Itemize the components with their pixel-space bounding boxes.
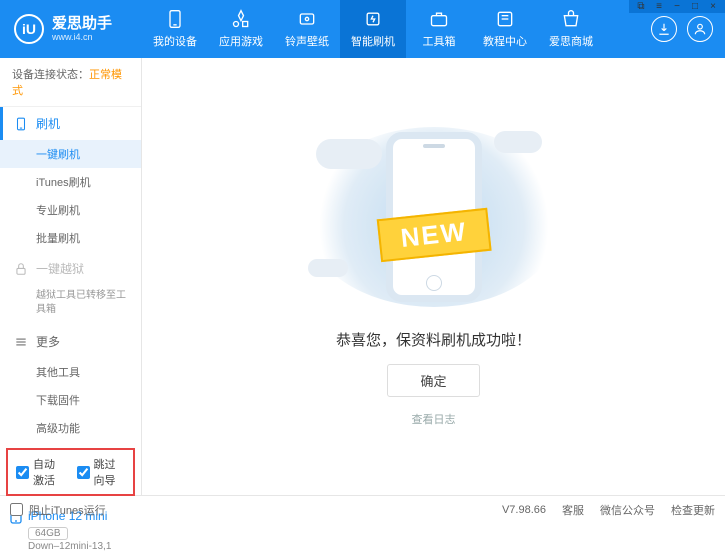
success-message: 恭喜您，保资料刷机成功啦！ [336,329,531,350]
book-icon [495,9,515,29]
option-0[interactable]: 自动激活 [16,456,65,488]
device-capacity: 64GB [28,527,68,540]
nav-book[interactable]: 教程中心 [472,0,538,58]
more-icon [14,335,28,349]
skin-icon[interactable]: ⧉ [633,1,649,12]
side-item[interactable]: 其他工具 [0,358,141,386]
nav-store[interactable]: 爱思商城 [538,0,604,58]
version-label: V7.98.66 [502,504,546,516]
device-firmware: Down–12mini-13,1 [28,541,131,552]
nav-label: 应用游戏 [219,33,263,49]
nav-label: 爱思商城 [549,33,593,49]
option-checkbox[interactable] [16,466,29,479]
option-checkbox[interactable] [77,466,90,479]
user-button[interactable] [687,16,713,42]
nav-label: 工具箱 [423,33,456,49]
side-item[interactable]: 一键刷机 [0,140,141,168]
tools-icon [429,9,449,29]
nav-flash[interactable]: 智能刷机 [340,0,406,58]
side-head-lock[interactable]: 一键越狱 [0,252,141,285]
lock-icon [14,262,28,276]
flash-icon [363,9,383,29]
illustration: NEW [304,127,564,307]
app-name: 爱思助手 [52,16,112,33]
nav-phone[interactable]: 我的设备 [142,0,208,58]
nav-label: 我的设备 [153,33,197,49]
window-controls: ⧉ ≡ − □ × [629,0,725,13]
side-item[interactable]: 批量刷机 [0,224,141,252]
side-item[interactable]: 高级功能 [0,414,141,442]
minimize-icon[interactable]: − [669,1,685,12]
wechat-link[interactable]: 微信公众号 [600,502,655,518]
main-content: NEW 恭喜您，保资料刷机成功啦！ 确定 查看日志 [142,58,725,495]
support-link[interactable]: 客服 [562,502,584,518]
apps-icon [231,9,251,29]
logo-block: iU 爱思助手 www.i4.cn [0,0,142,58]
phone-icon [165,9,185,29]
rings-icon [297,9,317,29]
check-update-link[interactable]: 检查更新 [671,502,715,518]
block-itunes-input[interactable] [10,503,23,516]
option-1[interactable]: 跳过向导 [77,456,126,488]
nav-label: 铃声壁纸 [285,33,329,49]
options-box: 自动激活跳过向导 [6,448,135,496]
sidebar: 设备连接状态：正常模式 刷机一键刷机iTunes刷机专业刷机批量刷机一键越狱越狱… [0,58,142,495]
nav-apps[interactable]: 应用游戏 [208,0,274,58]
close-icon[interactable]: × [705,1,721,12]
side-head-more[interactable]: 更多 [0,325,141,358]
device-status: 设备连接状态：正常模式 [0,58,141,107]
ok-button[interactable]: 确定 [387,364,479,397]
side-note: 越狱工具已转移至工具箱 [0,285,141,325]
store-icon [561,9,581,29]
header: iU 爱思助手 www.i4.cn 我的设备 应用游戏 铃声壁纸 智能刷机 工具箱 教程中… [0,0,725,58]
top-nav: 我的设备 应用游戏 铃声壁纸 智能刷机 工具箱 教程中心 爱思商城 [142,0,639,58]
logo-icon: iU [14,14,44,44]
maximize-icon[interactable]: □ [687,1,703,12]
nav-rings[interactable]: 铃声壁纸 [274,0,340,58]
side-head-phone[interactable]: 刷机 [0,107,141,140]
side-item[interactable]: 专业刷机 [0,196,141,224]
menu-icon[interactable]: ≡ [651,1,667,12]
download-button[interactable] [651,16,677,42]
view-log-link[interactable]: 查看日志 [412,411,456,427]
phone-icon [14,117,28,131]
app-sub: www.i4.cn [52,32,112,42]
nav-tools[interactable]: 工具箱 [406,0,472,58]
side-item[interactable]: 下载固件 [0,386,141,414]
status-prefix: 设备连接状态： [12,69,89,81]
side-item[interactable]: iTunes刷机 [0,168,141,196]
block-itunes-checkbox[interactable]: 阻止iTunes运行 [10,502,106,518]
nav-label: 智能刷机 [351,33,395,49]
nav-label: 教程中心 [483,33,527,49]
